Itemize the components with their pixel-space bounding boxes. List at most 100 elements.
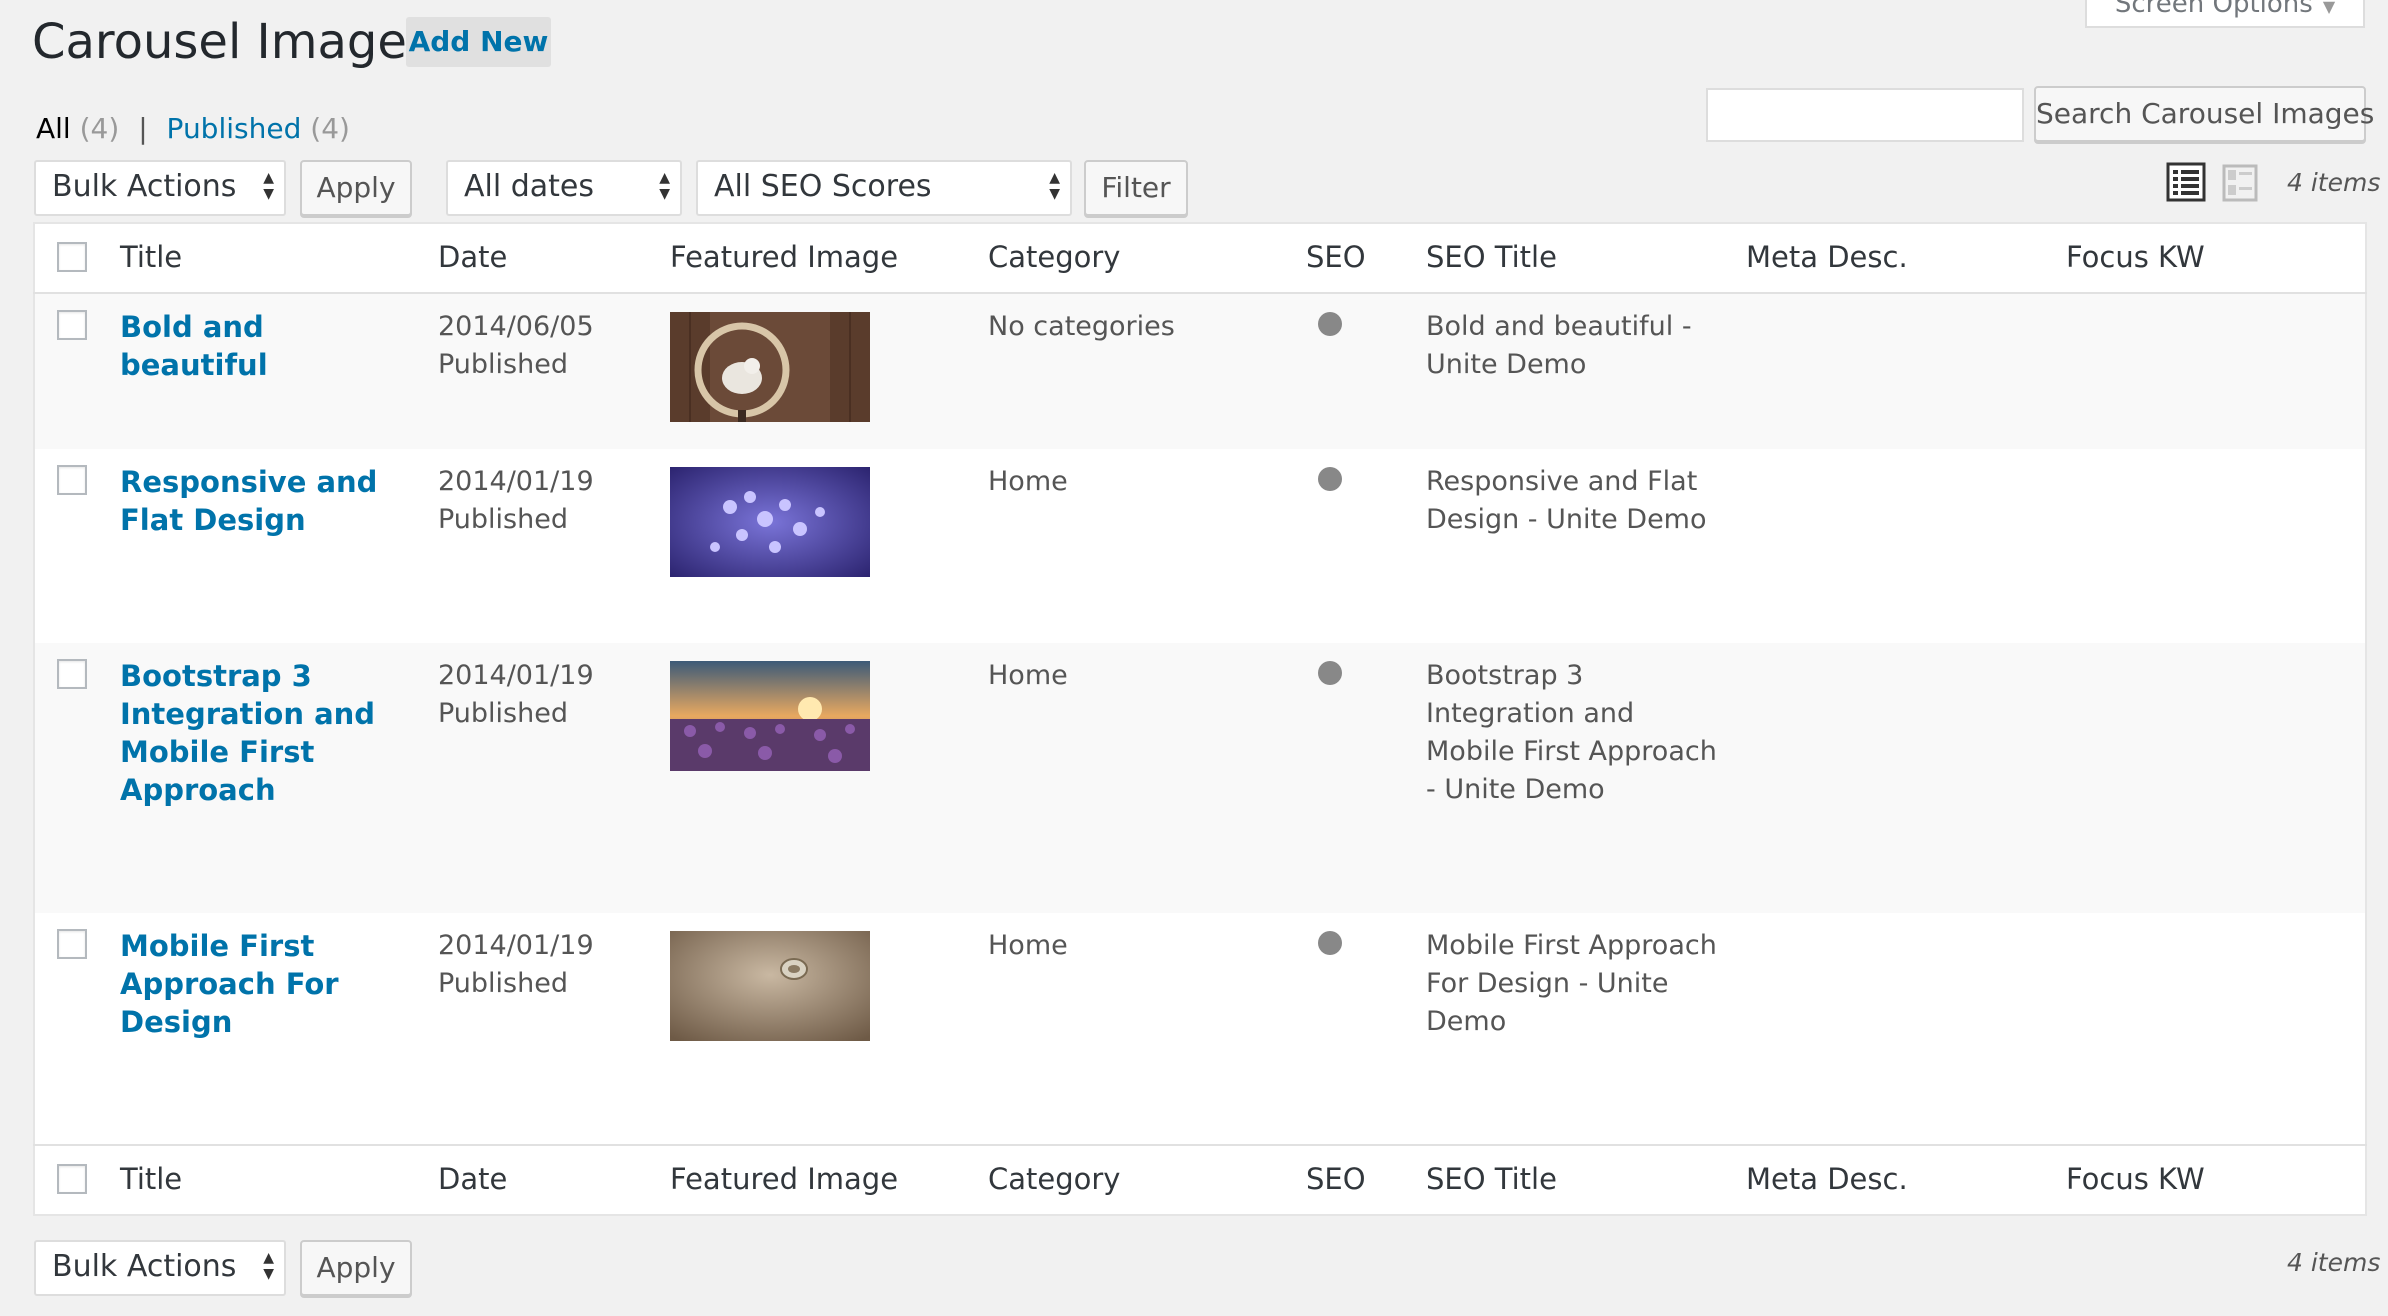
caret-down-icon: ▼	[2322, 0, 2336, 16]
select-arrows-icon: ▲ ▼	[1049, 170, 1060, 202]
seo-score-dot	[1318, 467, 1342, 491]
row-focus-kw	[2066, 643, 2366, 913]
search-button[interactable]: Search Carousel Images	[2034, 86, 2374, 142]
apply-button-bottom[interactable]: Apply	[300, 1240, 412, 1296]
table-row: Bold and beautiful 2014/06/05 Published N…	[34, 293, 2366, 449]
row-title-link[interactable]: Bold and beautiful	[120, 308, 438, 384]
filter-all-count: (4)	[79, 112, 120, 145]
column-footer-category: Category	[988, 1162, 1121, 1196]
filter-all-link[interactable]: All	[36, 112, 71, 145]
page-title: Carousel Images	[32, 14, 432, 70]
seo-score-dot	[1318, 312, 1342, 336]
column-header-seo[interactable]: SEO	[1306, 223, 1426, 293]
screen-options-button[interactable]: Screen Options ▼	[2085, 0, 2365, 28]
select-arrows-icon: ▲ ▼	[263, 170, 274, 202]
row-category: Home	[988, 466, 1068, 497]
row-title-link[interactable]: Mobile First Approach For Design	[120, 927, 438, 1041]
row-date: 2014/01/19	[438, 660, 594, 691]
apply-button[interactable]: Apply	[300, 160, 412, 216]
row-seo-title: Bold and beautiful - Unite Demo	[1426, 311, 1692, 380]
seo-score-value: All SEO Scores	[714, 169, 932, 204]
column-header-date[interactable]: Date	[438, 223, 670, 293]
bulk-actions-value: Bulk Actions	[52, 169, 237, 204]
row-checkbox[interactable]	[57, 465, 87, 495]
status-filter-links: All (4) | Published (4)	[36, 112, 350, 146]
column-header-title[interactable]: Title	[120, 223, 438, 293]
row-focus-kw	[2066, 449, 2366, 643]
select-arrows-icon: ▲ ▼	[263, 1250, 274, 1282]
list-view-icon[interactable]	[2166, 162, 2206, 202]
row-checkbox[interactable]	[57, 659, 87, 689]
table-row: Bootstrap 3 Integration and Mobile First…	[34, 643, 2366, 913]
column-footer-focus-kw: Focus KW	[2066, 1162, 2205, 1196]
row-category: Home	[988, 930, 1068, 961]
table-row: Mobile First Approach For Design 2014/01…	[34, 913, 2366, 1145]
search-input[interactable]	[1706, 88, 2024, 142]
row-status: Published	[438, 968, 568, 999]
row-date: 2014/01/19	[438, 466, 594, 497]
featured-image-thumbnail[interactable]	[670, 661, 870, 771]
select-all-cell	[34, 223, 120, 293]
dates-filter-select[interactable]: All dates ▲ ▼	[446, 160, 682, 216]
items-count-top: 4 items	[2287, 168, 2381, 197]
row-seo-title: Responsive and Flat Design - Unite Demo	[1426, 466, 1707, 535]
seo-score-dot	[1318, 931, 1342, 955]
filter-published-count: (4)	[310, 112, 350, 145]
row-date: 2014/06/05	[438, 311, 594, 342]
excerpt-view-icon[interactable]	[2222, 164, 2258, 202]
column-footer-date[interactable]: Date	[438, 1145, 670, 1215]
column-footer-seo-title: SEO Title	[1426, 1162, 1557, 1196]
select-all-checkbox-footer[interactable]	[57, 1164, 87, 1194]
row-meta-desc	[1746, 913, 2066, 1145]
table-header-row: Title Date Featured Image Category SEO S…	[34, 223, 2366, 293]
column-header-focus-kw: Focus KW	[2066, 240, 2205, 274]
bulk-actions-select-bottom[interactable]: Bulk Actions ▲ ▼	[34, 1240, 286, 1296]
row-focus-kw	[2066, 293, 2366, 449]
screen-options-label: Screen Options	[2114, 0, 2313, 19]
row-title-link[interactable]: Bootstrap 3 Integration and Mobile First…	[120, 657, 438, 809]
add-new-button[interactable]: Add New	[406, 17, 551, 67]
filter-separator: |	[138, 112, 148, 145]
featured-image-thumbnail[interactable]	[670, 467, 870, 577]
column-header-seo-title: SEO Title	[1426, 240, 1557, 274]
row-meta-desc	[1746, 643, 2066, 913]
row-checkbox-cell	[34, 449, 120, 643]
row-title-link[interactable]: Responsive and Flat Design	[120, 463, 438, 539]
row-seo-title: Mobile First Approach For Design - Unite…	[1426, 930, 1717, 1037]
filter-published-link[interactable]: Published	[167, 112, 302, 145]
column-footer-title[interactable]: Title	[120, 1145, 438, 1215]
select-all-checkbox[interactable]	[57, 242, 87, 272]
featured-image-thumbnail[interactable]	[670, 931, 870, 1041]
column-header-category: Category	[988, 240, 1121, 274]
row-focus-kw	[2066, 913, 2366, 1145]
dates-filter-value: All dates	[464, 169, 595, 204]
row-category: No categories	[988, 311, 1175, 342]
column-footer-seo[interactable]: SEO	[1306, 1145, 1426, 1215]
row-status: Published	[438, 698, 568, 729]
carousel-images-table: Title Date Featured Image Category SEO S…	[33, 222, 2367, 1216]
row-status: Published	[438, 349, 568, 380]
row-checkbox-cell	[34, 913, 120, 1145]
row-status: Published	[438, 504, 568, 535]
row-category: Home	[988, 660, 1068, 691]
row-checkbox[interactable]	[57, 310, 87, 340]
row-meta-desc	[1746, 293, 2066, 449]
bulk-actions-value-bottom: Bulk Actions	[52, 1249, 237, 1284]
column-header-featured-image: Featured Image	[670, 240, 899, 274]
row-checkbox-cell	[34, 643, 120, 913]
select-all-cell-footer	[34, 1145, 120, 1215]
column-footer-meta-desc: Meta Desc.	[1746, 1162, 1908, 1196]
filter-button[interactable]: Filter	[1084, 160, 1188, 216]
table-footer-row: Title Date Featured Image Category SEO S…	[34, 1145, 2366, 1215]
seo-score-select[interactable]: All SEO Scores ▲ ▼	[696, 160, 1072, 216]
items-count-bottom: 4 items	[2287, 1248, 2381, 1277]
row-date: 2014/01/19	[438, 930, 594, 961]
column-header-meta-desc: Meta Desc.	[1746, 240, 1908, 274]
bulk-actions-select[interactable]: Bulk Actions ▲ ▼	[34, 160, 286, 216]
table-row: Responsive and Flat Design 2014/01/19 Pub…	[34, 449, 2366, 643]
row-checkbox[interactable]	[57, 929, 87, 959]
column-footer-featured-image: Featured Image	[670, 1162, 899, 1196]
featured-image-thumbnail[interactable]	[670, 312, 870, 422]
row-checkbox-cell	[34, 293, 120, 449]
row-meta-desc	[1746, 449, 2066, 643]
